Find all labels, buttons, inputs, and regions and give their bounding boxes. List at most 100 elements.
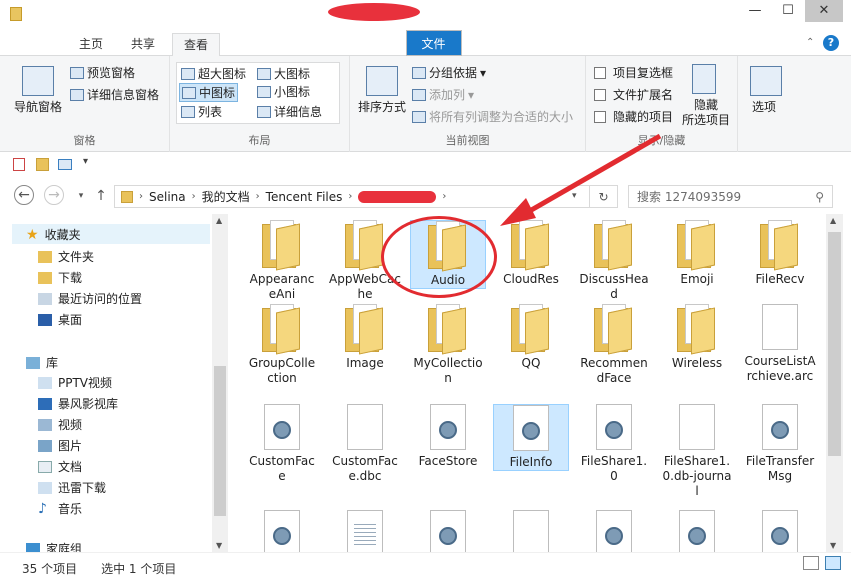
file-item[interactable]: FileShare1.0.db-journal bbox=[659, 404, 735, 499]
preview-pane-button[interactable]: 预览窗格 bbox=[70, 64, 135, 81]
content-scrollbar[interactable]: ▲ ▼ bbox=[826, 214, 843, 552]
file-item[interactable]: FaceStore bbox=[410, 404, 486, 469]
group-options: 选项 bbox=[738, 56, 792, 152]
hide-selected-button[interactable]: 隐藏 所选项目 bbox=[682, 98, 730, 128]
checkbox-icon bbox=[594, 88, 606, 101]
file-item[interactable]: AppearanceAni bbox=[244, 220, 320, 302]
layout-list[interactable]: 列表 bbox=[179, 103, 224, 120]
nav-music[interactable]: ♪ 音乐 bbox=[38, 500, 82, 517]
nav-baofeng[interactable]: 暴风影视库 bbox=[38, 395, 118, 412]
layout-small-icons[interactable]: 小图标 bbox=[255, 83, 312, 100]
refresh-icon[interactable]: ↻ bbox=[590, 185, 618, 208]
maximize-button[interactable]: ☐ bbox=[772, 0, 804, 22]
minimize-button[interactable]: — bbox=[739, 0, 771, 22]
nav-library[interactable]: 库 bbox=[26, 354, 58, 371]
video-icon bbox=[38, 418, 52, 431]
layout-medium-icons[interactable]: 中图标 bbox=[179, 83, 239, 102]
file-item[interactable]: FileTransferMsg bbox=[742, 404, 818, 484]
file-item[interactable]: AppWebCache bbox=[327, 220, 403, 302]
address-bar[interactable]: › Selina › 我的文档 › Tencent Files › › bbox=[114, 185, 590, 208]
nav-videos[interactable]: 视频 bbox=[38, 416, 82, 433]
nav-pane-button[interactable]: 导航窗格 bbox=[14, 98, 62, 115]
file-item[interactable]: MyCollection bbox=[410, 304, 486, 386]
file-item[interactable]: CustomFace.dbc bbox=[327, 404, 403, 484]
file-item[interactable]: Wireless bbox=[659, 304, 735, 371]
breadcrumb-selina[interactable]: Selina bbox=[149, 190, 186, 204]
recent-locations-icon[interactable]: ▾ bbox=[70, 185, 92, 207]
file-item[interactable]: RecommendFace bbox=[576, 304, 652, 386]
nav-folders[interactable]: 文件夹 bbox=[38, 248, 94, 265]
sort-button[interactable]: 排序方式 bbox=[358, 98, 406, 115]
file-item[interactable]: CustomFace bbox=[244, 404, 320, 484]
file-item-label: Emoji bbox=[680, 272, 714, 286]
add-column-button[interactable]: 添加列 ▾ bbox=[412, 86, 474, 103]
scroll-down-icon[interactable]: ▼ bbox=[216, 541, 222, 550]
file-item[interactable]: CourseListArchieve.arc bbox=[742, 304, 818, 384]
nav-scroll-thumb[interactable] bbox=[214, 366, 226, 516]
file-item-partial[interactable] bbox=[742, 510, 818, 552]
homegroup-icon bbox=[26, 542, 40, 552]
file-item[interactable]: GroupCollection bbox=[244, 304, 320, 386]
rename-icon[interactable] bbox=[58, 159, 72, 170]
nav-pictures[interactable]: 图片 bbox=[38, 437, 82, 454]
file-item-partial[interactable] bbox=[410, 510, 486, 552]
scroll-down-icon[interactable]: ▼ bbox=[830, 541, 836, 550]
layout-details[interactable]: 详细信息 bbox=[255, 103, 324, 120]
file-item[interactable]: FileShare1.0 bbox=[576, 404, 652, 484]
nav-recent[interactable]: 最近访问的位置 bbox=[38, 290, 142, 307]
nav-pptv[interactable]: PPTV视频 bbox=[38, 374, 112, 391]
new-folder-icon[interactable] bbox=[36, 158, 49, 171]
large-icons-view-icon[interactable] bbox=[825, 556, 841, 570]
file-item-partial[interactable] bbox=[493, 510, 569, 552]
scroll-up-icon[interactable]: ▲ bbox=[830, 216, 836, 225]
address-dropdown-icon[interactable]: ▾ bbox=[572, 191, 577, 201]
forward-icon[interactable]: → bbox=[44, 185, 64, 205]
file-item[interactable]: Image bbox=[327, 304, 403, 371]
file-item-partial[interactable] bbox=[659, 510, 735, 552]
breadcrumb-tencent-files[interactable]: Tencent Files bbox=[266, 190, 343, 204]
file-item[interactable]: Emoji bbox=[659, 220, 735, 287]
content-scroll-thumb[interactable] bbox=[828, 232, 841, 456]
file-item[interactable]: CloudRes bbox=[493, 220, 569, 287]
help-icon[interactable]: ? bbox=[823, 35, 839, 51]
tab-file[interactable]: 文件 bbox=[405, 30, 462, 56]
file-item[interactable]: Audio bbox=[410, 220, 486, 289]
nav-documents[interactable]: 文档 bbox=[38, 458, 82, 475]
nav-homegroup[interactable]: 家庭组 bbox=[26, 540, 82, 552]
close-button[interactable]: ✕ bbox=[805, 0, 843, 22]
file-item[interactable]: QQ bbox=[493, 304, 569, 371]
nav-favorites[interactable]: ★ 收藏夹 bbox=[26, 226, 81, 243]
scroll-up-icon[interactable]: ▲ bbox=[216, 216, 222, 225]
nav-desktop[interactable]: 桌面 bbox=[38, 311, 82, 328]
tab-share[interactable]: 共享 bbox=[120, 33, 166, 56]
nav-downloads[interactable]: 下载 bbox=[38, 269, 82, 286]
tab-home[interactable]: 主页 bbox=[68, 33, 114, 56]
breadcrumb-documents[interactable]: 我的文档 bbox=[202, 188, 250, 205]
chevron-up-icon[interactable]: ⌃ bbox=[806, 37, 814, 48]
search-input[interactable]: 搜索 1274093599 ⚲ bbox=[628, 185, 833, 208]
details-view-icon[interactable] bbox=[803, 556, 819, 570]
customize-qat-icon[interactable]: ▾ bbox=[83, 156, 88, 167]
back-icon[interactable]: ← bbox=[14, 185, 34, 205]
nav-xunlei[interactable]: 迅雷下载 bbox=[38, 479, 106, 496]
file-item[interactable]: FileInfo bbox=[493, 404, 569, 471]
nav-scrollbar[interactable]: ▲ ▼ bbox=[212, 214, 228, 552]
details-pane-button[interactable]: 详细信息窗格 bbox=[70, 86, 159, 103]
up-icon[interactable]: ↑ bbox=[90, 185, 112, 207]
layout-large-icons[interactable]: 大图标 bbox=[255, 65, 312, 82]
file-item-partial[interactable] bbox=[327, 510, 403, 552]
options-button[interactable]: 选项 bbox=[752, 98, 776, 115]
folder-icon bbox=[594, 304, 634, 355]
file-item-partial[interactable] bbox=[576, 510, 652, 552]
layout-xl-icons[interactable]: 超大图标 bbox=[179, 65, 248, 82]
file-item-partial[interactable] bbox=[244, 510, 320, 552]
item-checkboxes-toggle[interactable]: 项目复选框 bbox=[594, 64, 673, 81]
hidden-items-toggle[interactable]: 隐藏的项目 bbox=[594, 108, 673, 125]
fit-columns-button[interactable]: 将所有列调整为合适的大小 bbox=[412, 108, 573, 125]
extensions-toggle[interactable]: 文件扩展名 bbox=[594, 86, 673, 103]
file-item[interactable]: FileRecv bbox=[742, 220, 818, 287]
tab-view[interactable]: 查看 bbox=[172, 33, 220, 57]
file-item[interactable]: DiscussHead bbox=[576, 220, 652, 302]
group-by-button[interactable]: 分组依据 ▾ bbox=[412, 64, 486, 81]
properties-icon[interactable] bbox=[13, 158, 25, 171]
